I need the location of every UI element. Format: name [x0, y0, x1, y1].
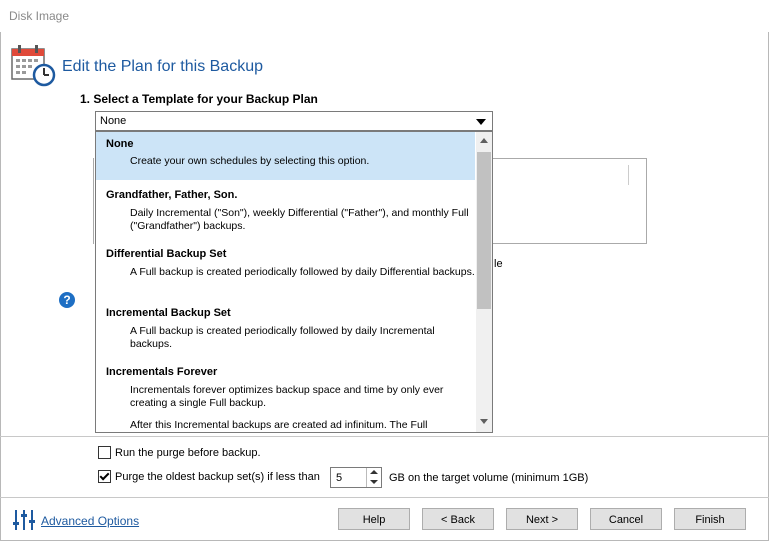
- step1-label: 1. Select a Template for your Backup Pla…: [80, 92, 318, 106]
- option-desc: A Full backup is created periodically fo…: [130, 266, 475, 278]
- option-desc: Create your own schedules by selecting t…: [130, 155, 370, 167]
- option-name: Differential Backup Set: [106, 248, 227, 260]
- purge-size-value: 5: [336, 472, 343, 484]
- option-desc: A Full backup is created periodically fo…: [130, 325, 435, 350]
- hidden-description-box: [492, 158, 647, 244]
- sliders-icon[interactable]: [12, 508, 36, 532]
- template-select-value: None: [100, 115, 127, 127]
- hidden-partial-text: le: [494, 258, 503, 270]
- chevron-down-icon[interactable]: [476, 119, 486, 125]
- title-bar: Disk Image: [0, 0, 769, 32]
- template-option-incremental[interactable]: Incremental Backup Set A Full backup is …: [96, 298, 475, 357]
- purge-size-stepper[interactable]: 5: [330, 467, 382, 488]
- help-icon[interactable]: ?: [59, 292, 75, 308]
- page-title: Edit the Plan for this Backup: [62, 58, 263, 75]
- option-desc: Daily Incremental ("Son"), weekly Differ…: [130, 207, 469, 232]
- option-desc: Incrementals forever optimizes backup sp…: [130, 384, 444, 409]
- option-name: Incremental Backup Set: [106, 307, 231, 319]
- help-button[interactable]: Help: [338, 508, 410, 530]
- purge-size-suffix: GB on the target volume (minimum 1GB): [389, 472, 589, 484]
- cancel-button[interactable]: Cancel: [590, 508, 662, 530]
- divider: [0, 497, 769, 498]
- option-desc-continued: After this Incremental backups are creat…: [130, 419, 428, 431]
- stepper-down-icon[interactable]: [370, 480, 378, 484]
- scroll-down-icon[interactable]: [480, 419, 488, 424]
- template-option-none[interactable]: None Create your own schedules by select…: [96, 132, 475, 180]
- stepper-up-icon[interactable]: [370, 470, 378, 474]
- finish-button[interactable]: Finish: [674, 508, 746, 530]
- back-button[interactable]: < Back: [422, 508, 494, 530]
- stepper-buttons[interactable]: [366, 468, 381, 487]
- template-select[interactable]: None: [95, 111, 493, 131]
- purge-oldest-label: Purge the oldest backup set(s) if less t…: [115, 471, 320, 483]
- option-name: None: [106, 138, 134, 150]
- template-dropdown-list[interactable]: None Create your own schedules by select…: [95, 131, 493, 433]
- template-option-incrementals-forever[interactable]: Incrementals Forever Incrementals foreve…: [96, 357, 475, 432]
- scroll-thumb[interactable]: [477, 152, 491, 309]
- advanced-options-link[interactable]: Advanced Options: [41, 514, 139, 528]
- divider: [0, 436, 769, 437]
- template-option-differential[interactable]: Differential Backup Set A Full backup is…: [96, 239, 475, 298]
- calendar-clock-icon: [11, 45, 56, 87]
- window-title: Disk Image: [9, 9, 70, 23]
- template-option-gfs[interactable]: Grandfather, Father, Son. Daily Incremen…: [96, 180, 475, 239]
- purge-before-checkbox[interactable]: [98, 446, 111, 459]
- next-button[interactable]: Next >: [506, 508, 578, 530]
- purge-oldest-checkbox[interactable]: [98, 470, 111, 483]
- dropdown-scrollbar[interactable]: [476, 132, 492, 432]
- scroll-up-icon[interactable]: [480, 138, 488, 143]
- option-name: Grandfather, Father, Son.: [106, 189, 238, 201]
- option-name: Incrementals Forever: [106, 366, 218, 378]
- purge-before-label: Run the purge before backup.: [115, 447, 261, 459]
